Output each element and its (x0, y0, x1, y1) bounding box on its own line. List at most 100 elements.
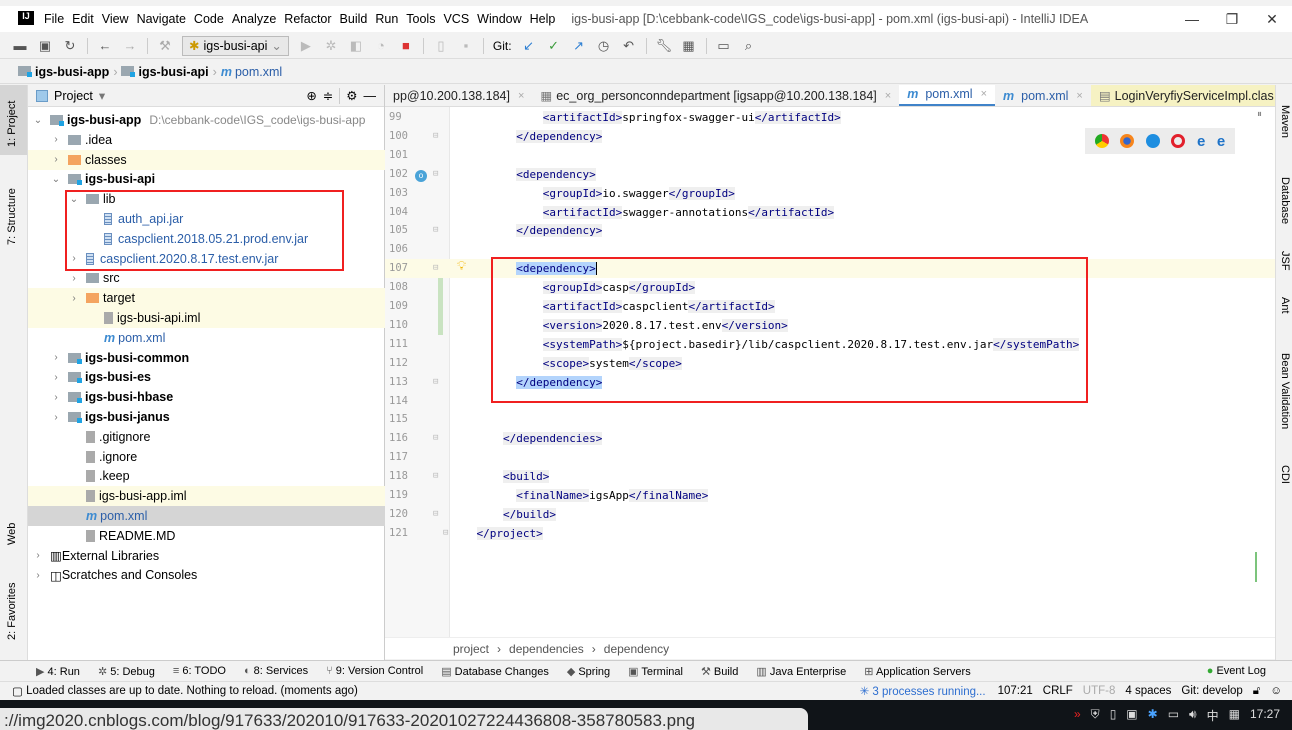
ie-icon[interactable]: e (1197, 133, 1205, 150)
close-button[interactable]: ✕ (1252, 6, 1292, 32)
volume-icon[interactable]: 🔊︎ (1189, 707, 1197, 724)
close-tab-icon[interactable]: × (518, 90, 524, 102)
editor-tab[interactable]: m pom.xml × (899, 85, 996, 106)
tray-intellij-icon[interactable]: ▣ (1126, 707, 1137, 724)
clock[interactable]: 17:27 (1250, 707, 1280, 724)
attach-icon[interactable]: ▪ (458, 38, 474, 53)
fold-marker-icon[interactable]: ⊟ (433, 221, 438, 240)
tree-item[interactable]: README.MD (28, 526, 385, 546)
tree-item[interactable]: › caspclient.2020.8.17.test.env.jar (28, 249, 385, 269)
fold-marker-icon[interactable]: ⊟ (433, 259, 438, 278)
save-icon[interactable]: ▣ (37, 38, 53, 54)
tray-shield-icon[interactable]: ⛨ (1091, 707, 1100, 724)
maximize-button[interactable]: ❐ (1212, 6, 1252, 32)
history-icon[interactable]: ◷ (596, 38, 612, 54)
menu-file[interactable]: File (44, 12, 64, 26)
ime-indicator[interactable]: 中 (1207, 707, 1219, 724)
tree-item[interactable]: ⌄ igs-busi-api (28, 169, 385, 189)
menu-tools[interactable]: Tools (406, 12, 435, 26)
menu-view[interactable]: View (102, 12, 129, 26)
chevron-right-icon[interactable]: › (50, 352, 62, 363)
chevron-right-icon[interactable]: › (50, 372, 62, 383)
tree-item[interactable]: › igs-busi-common (28, 348, 385, 368)
git-update-icon[interactable]: ↙ (521, 38, 537, 54)
override-marker-icon[interactable]: o (415, 170, 427, 182)
tray-arrow-icon[interactable]: » (1074, 707, 1081, 724)
locate-icon[interactable]: ⊕ (306, 88, 316, 103)
chevron-right-icon[interactable]: › (32, 570, 44, 581)
tree-item[interactable]: m pom.xml (28, 506, 385, 526)
inspection-widget[interactable]: ⏸ (1257, 109, 1262, 120)
lock-icon[interactable]: 🔓︎ (1253, 685, 1260, 698)
nav-item-module[interactable]: igs-busi-api (121, 65, 209, 79)
git-commit-icon[interactable]: ✓ (546, 38, 562, 54)
tree-item[interactable]: igs-busi-api.iml (28, 308, 385, 328)
tree-item[interactable]: igs-busi-app.iml (28, 486, 385, 507)
tool-tab-project[interactable]: 1: Project (6, 101, 18, 147)
search-icon[interactable]: ⌕ (741, 38, 757, 54)
coverage-icon[interactable]: ◧ (348, 38, 364, 54)
tray-network-icon[interactable]: ✱ (1148, 707, 1158, 724)
breadcrumb-dependencies[interactable]: dependencies (509, 642, 584, 656)
tool-tab-bean-validation[interactable]: Bean Validation (1279, 353, 1291, 429)
tree-item[interactable]: › ▥ External Libraries (28, 546, 385, 566)
tool-window-application-servers[interactable]: ⊞ Application Servers (864, 665, 970, 678)
keyboard-icon[interactable]: ▦ (1229, 707, 1240, 724)
run-icon[interactable]: ▶ (298, 38, 314, 54)
inspector-icon[interactable]: ☺ (1270, 685, 1282, 697)
menu-refactor[interactable]: Refactor (284, 12, 331, 26)
tool-tab-favorites[interactable]: 2: Favorites (6, 583, 18, 640)
editor-tab[interactable]: m pom.xml × (995, 85, 1091, 106)
tree-item[interactable]: › .idea (28, 130, 385, 150)
indent-setting[interactable]: 4 spaces (1125, 685, 1171, 697)
chevron-down-icon[interactable]: ⌄ (32, 115, 44, 126)
tool-window-services[interactable]: ◐ 8: Services (244, 665, 308, 678)
debug-icon[interactable]: ✲ (323, 38, 339, 54)
project-view-select[interactable]: Project (54, 89, 93, 103)
tree-item[interactable]: › ◫ Scratches and Consoles (28, 565, 385, 585)
chevron-down-icon[interactable]: ⌄ (68, 194, 80, 205)
opera-icon[interactable] (1171, 134, 1186, 148)
menu-window[interactable]: Window (477, 12, 521, 26)
settings-wrench-icon[interactable]: 🔧︎ (656, 38, 673, 54)
tool-window-java-enterprise[interactable]: ▥ Java Enterprise (756, 665, 846, 678)
tool-window-database-changes[interactable]: ▤ Database Changes (441, 665, 549, 678)
chevron-right-icon[interactable]: › (50, 412, 62, 423)
tool-window-debug[interactable]: ✲ 5: Debug (98, 665, 155, 678)
fold-marker-icon[interactable]: ⊟ (433, 165, 438, 184)
editor-tab[interactable]: ▤ LoginVeryfiyServiceImpl.clas (1090, 85, 1275, 106)
collapse-all-icon[interactable]: ≑ (323, 88, 333, 103)
chevron-down-icon[interactable]: ⌄ (50, 174, 62, 185)
tree-item[interactable]: m pom.xml (28, 328, 385, 348)
chevron-right-icon[interactable]: › (68, 293, 80, 304)
event-log-button[interactable]: ● Event Log (1207, 665, 1266, 677)
tool-tab-jsf[interactable]: JSF (1279, 251, 1291, 271)
tool-window-version-control[interactable]: ⑂ 9: Version Control (326, 665, 423, 678)
menu-help[interactable]: Help (530, 12, 556, 26)
gear-icon[interactable]: ⚙ (346, 88, 357, 103)
tree-item[interactable]: › igs-busi-janus (28, 407, 385, 427)
close-tab-icon[interactable]: × (1076, 90, 1082, 102)
close-tab-icon[interactable]: × (981, 88, 987, 100)
fold-marker-icon[interactable]: ⊟ (433, 505, 438, 524)
file-encoding[interactable]: UTF-8 (1083, 685, 1116, 697)
fold-marker-icon[interactable]: ⊟ (433, 127, 438, 146)
device-icon[interactable]: ▯ (433, 38, 449, 54)
processes-indicator[interactable]: ✳ 3 processes running... (860, 684, 986, 698)
run-configuration-select[interactable]: ✱ igs-busi-api ⌄ (182, 35, 289, 56)
line-separator[interactable]: CRLF (1043, 685, 1073, 697)
fold-marker-icon[interactable]: ⊟ (433, 373, 438, 392)
tree-item[interactable]: auth_api.jar (28, 209, 385, 229)
fold-marker-icon[interactable]: ⊟ (443, 524, 448, 543)
hide-icon[interactable]: — (364, 89, 377, 103)
code-editor[interactable]: 99 <artifactId>springfox-swagger-ui</arti… (385, 107, 1275, 637)
breadcrumb-dependency[interactable]: dependency (604, 642, 669, 656)
chevron-right-icon[interactable]: › (32, 550, 44, 561)
tree-item[interactable]: › classes (28, 149, 385, 170)
lightbulb-icon[interactable]: 💡︎ (457, 258, 466, 274)
editor-tab[interactable]: pp@10.200.138.184] × (385, 85, 532, 106)
menu-build[interactable]: Build (340, 12, 368, 26)
tree-item[interactable]: › igs-busi-hbase (28, 387, 385, 407)
tool-tab-maven[interactable]: Maven (1279, 105, 1291, 138)
tool-tab-cdi[interactable]: CDI (1279, 465, 1291, 484)
